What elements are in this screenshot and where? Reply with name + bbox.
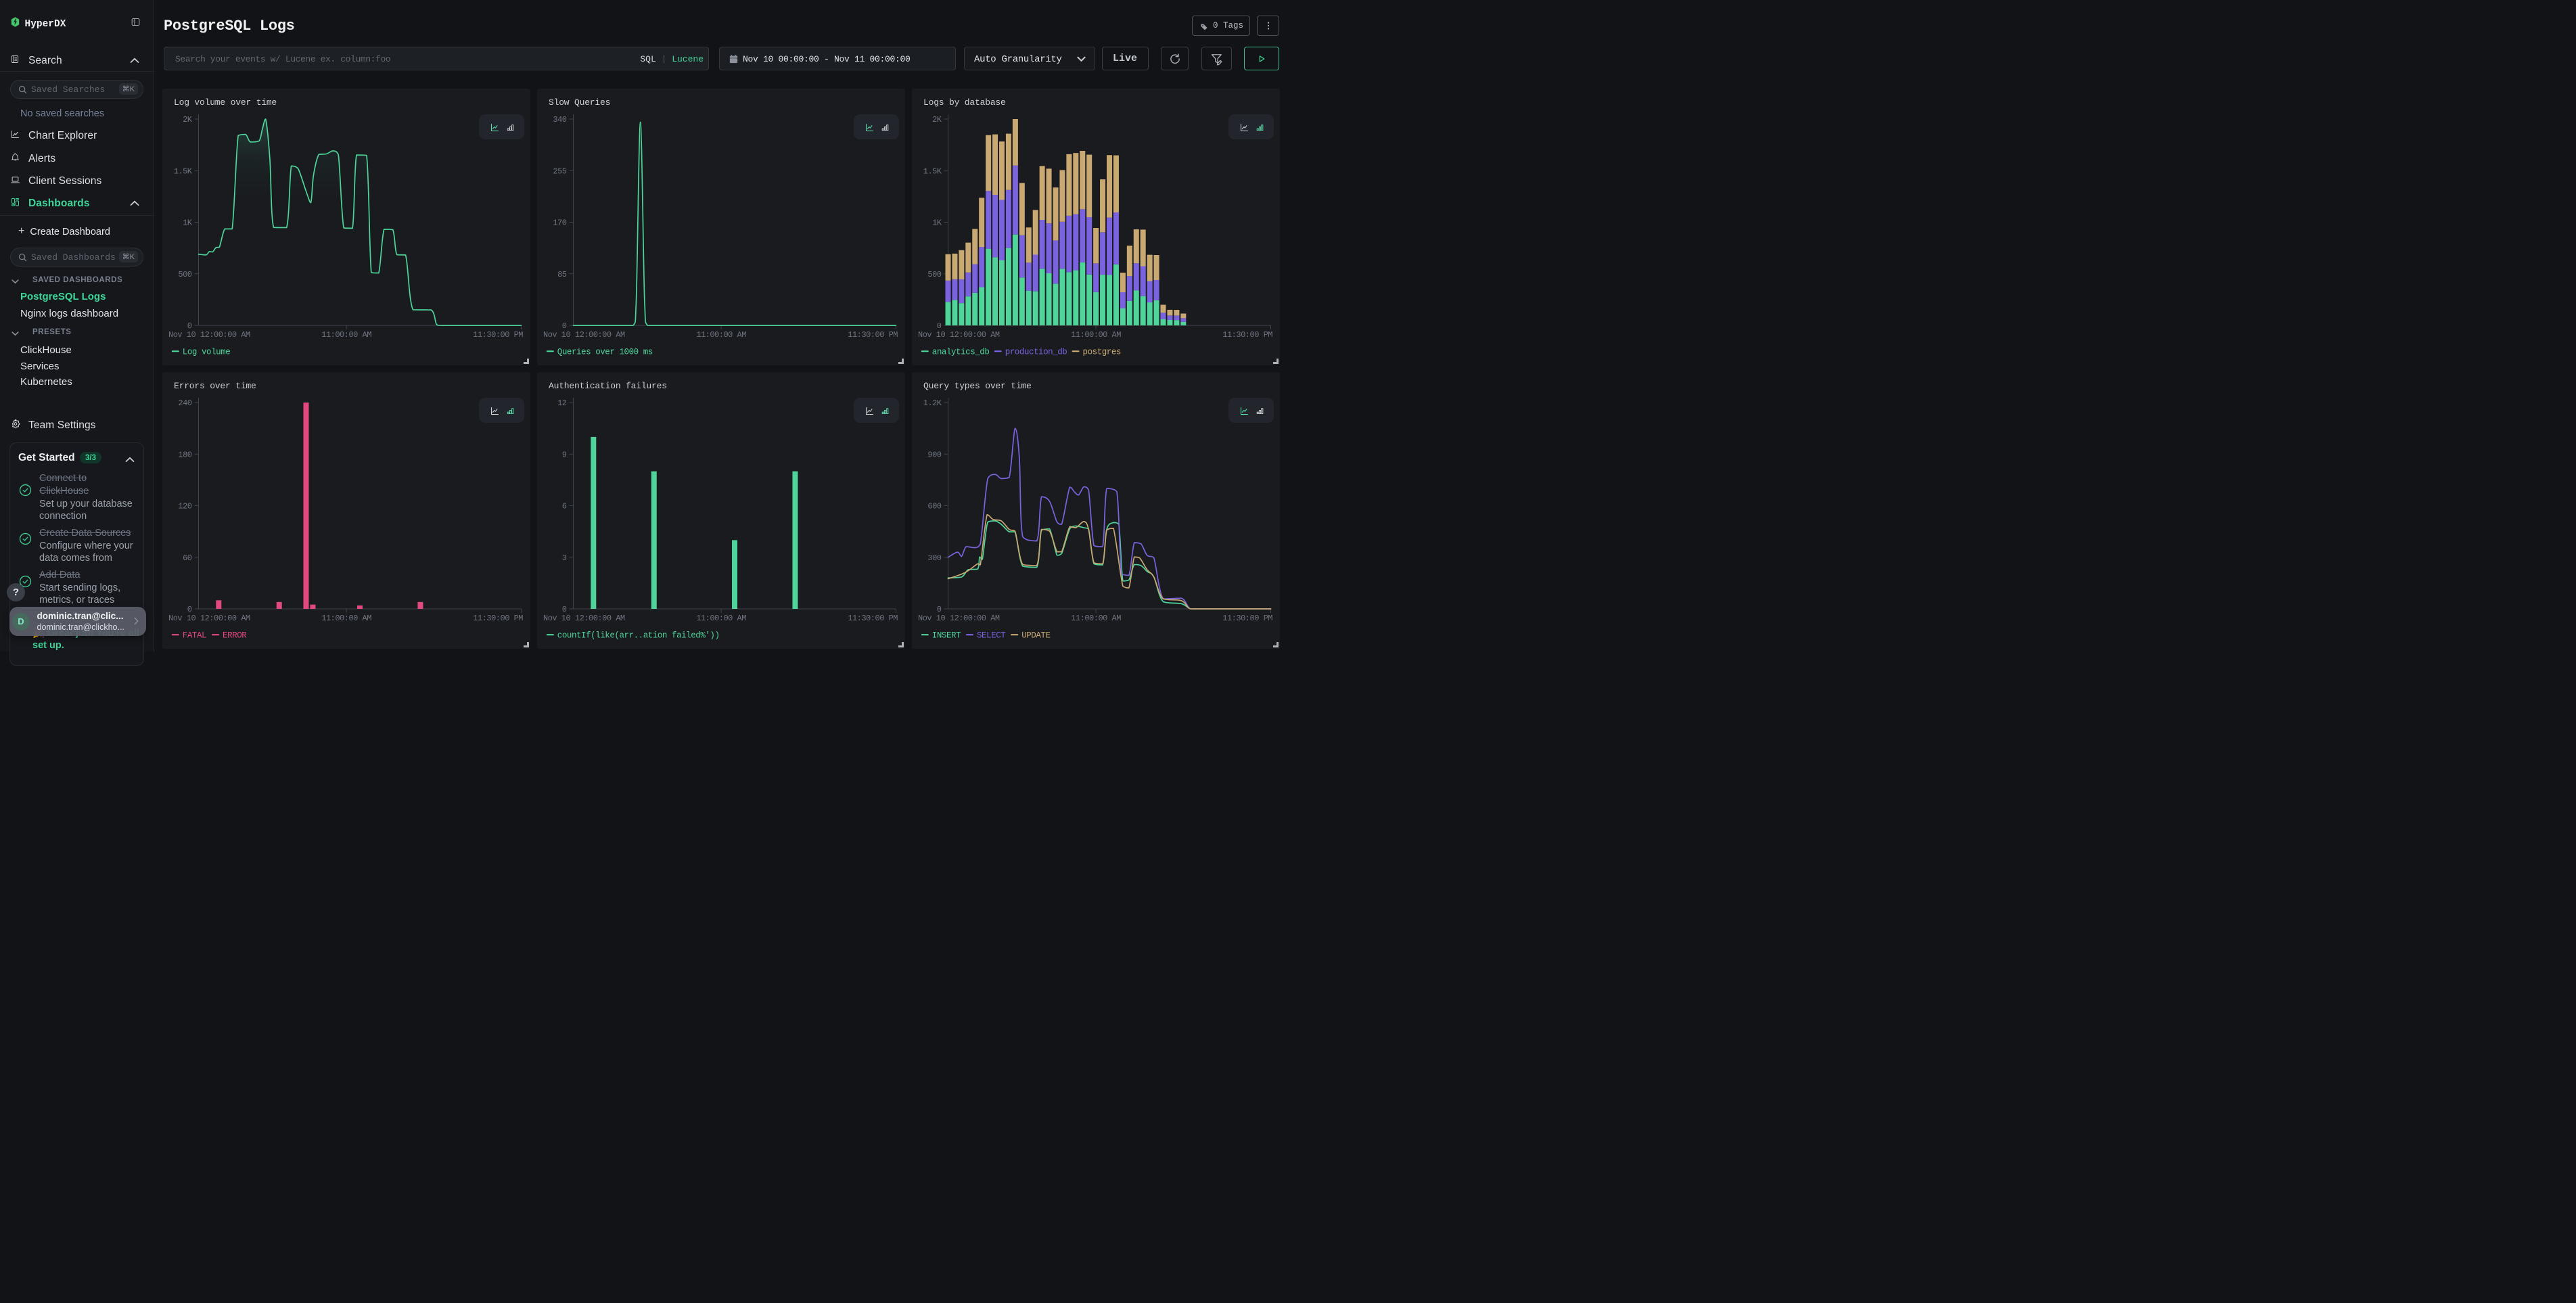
svg-text:240: 240 <box>178 398 191 408</box>
svg-text:1.5K: 1.5K <box>174 166 193 176</box>
svg-text:Nov 10 12:00:00 AM: Nov 10 12:00:00 AM <box>918 614 1000 623</box>
svg-text:ERROR: ERROR <box>223 631 247 640</box>
svg-text:11:00:00 AM: 11:00:00 AM <box>1071 614 1121 623</box>
svg-text:2K: 2K <box>932 115 942 124</box>
svg-text:Nov 10 12:00:00 AM: Nov 10 12:00:00 AM <box>543 330 625 340</box>
svg-text:1K: 1K <box>932 219 942 228</box>
svg-text:countIf(like(arr..ation failed: countIf(like(arr..ation failed%')) <box>557 631 720 640</box>
svg-text:FATAL: FATAL <box>183 631 206 640</box>
svg-text:Nov 10 12:00:00 AM: Nov 10 12:00:00 AM <box>543 614 625 623</box>
svg-text:0: 0 <box>187 321 192 331</box>
svg-text:6: 6 <box>562 502 567 511</box>
svg-text:11:00:00 AM: 11:00:00 AM <box>696 614 746 623</box>
svg-text:11:30:00 PM: 11:30:00 PM <box>473 330 523 340</box>
svg-text:11:00:00 AM: 11:00:00 AM <box>1071 330 1121 340</box>
svg-text:500: 500 <box>927 270 941 279</box>
svg-text:60: 60 <box>183 553 192 563</box>
svg-text:Nov 10 12:00:00 AM: Nov 10 12:00:00 AM <box>168 614 250 623</box>
svg-text:9: 9 <box>562 450 567 459</box>
svg-text:11:00:00 AM: 11:00:00 AM <box>321 614 371 623</box>
svg-text:0: 0 <box>562 605 567 614</box>
svg-text:500: 500 <box>178 270 191 279</box>
svg-text:Nov 10 12:00:00 AM: Nov 10 12:00:00 AM <box>168 330 250 340</box>
svg-text:2K: 2K <box>183 115 193 124</box>
svg-text:0: 0 <box>937 605 942 614</box>
svg-text:3: 3 <box>562 553 567 563</box>
svg-text:INSERT: INSERT <box>932 631 961 640</box>
svg-text:11:00:00 AM: 11:00:00 AM <box>321 330 371 340</box>
svg-text:SELECT: SELECT <box>977 631 1006 640</box>
svg-text:180: 180 <box>178 450 191 459</box>
svg-text:170: 170 <box>553 219 566 228</box>
svg-text:1.2K: 1.2K <box>923 398 942 408</box>
svg-text:Log volume: Log volume <box>183 347 231 357</box>
svg-text:600: 600 <box>927 502 941 511</box>
svg-text:analytics_db: analytics_db <box>932 347 990 357</box>
svg-text:11:30:00 PM: 11:30:00 PM <box>1222 330 1272 340</box>
svg-text:120: 120 <box>178 502 191 511</box>
svg-text:postgres: postgres <box>1083 347 1121 357</box>
svg-text:340: 340 <box>553 115 566 124</box>
svg-text:11:30:00 PM: 11:30:00 PM <box>1222 614 1272 623</box>
svg-text:0: 0 <box>937 321 942 331</box>
svg-text:11:00:00 AM: 11:00:00 AM <box>696 330 746 340</box>
svg-text:11:30:00 PM: 11:30:00 PM <box>848 330 898 340</box>
svg-text:UPDATE: UPDATE <box>1021 631 1050 640</box>
svg-text:1.5K: 1.5K <box>923 166 942 176</box>
svg-text:0: 0 <box>562 321 567 331</box>
svg-text:1K: 1K <box>183 219 193 228</box>
svg-text:11:30:00 PM: 11:30:00 PM <box>473 614 523 623</box>
svg-text:255: 255 <box>553 166 566 176</box>
svg-text:12: 12 <box>557 398 567 408</box>
svg-text:900: 900 <box>927 450 941 459</box>
svg-text:Queries over 1000 ms: Queries over 1000 ms <box>557 347 653 357</box>
svg-text:11:30:00 PM: 11:30:00 PM <box>848 614 898 623</box>
svg-text:300: 300 <box>927 553 941 563</box>
svg-text:production_db: production_db <box>1005 347 1067 357</box>
svg-text:85: 85 <box>557 270 567 279</box>
svg-text:Nov 10 12:00:00 AM: Nov 10 12:00:00 AM <box>918 330 1000 340</box>
svg-text:0: 0 <box>187 605 192 614</box>
